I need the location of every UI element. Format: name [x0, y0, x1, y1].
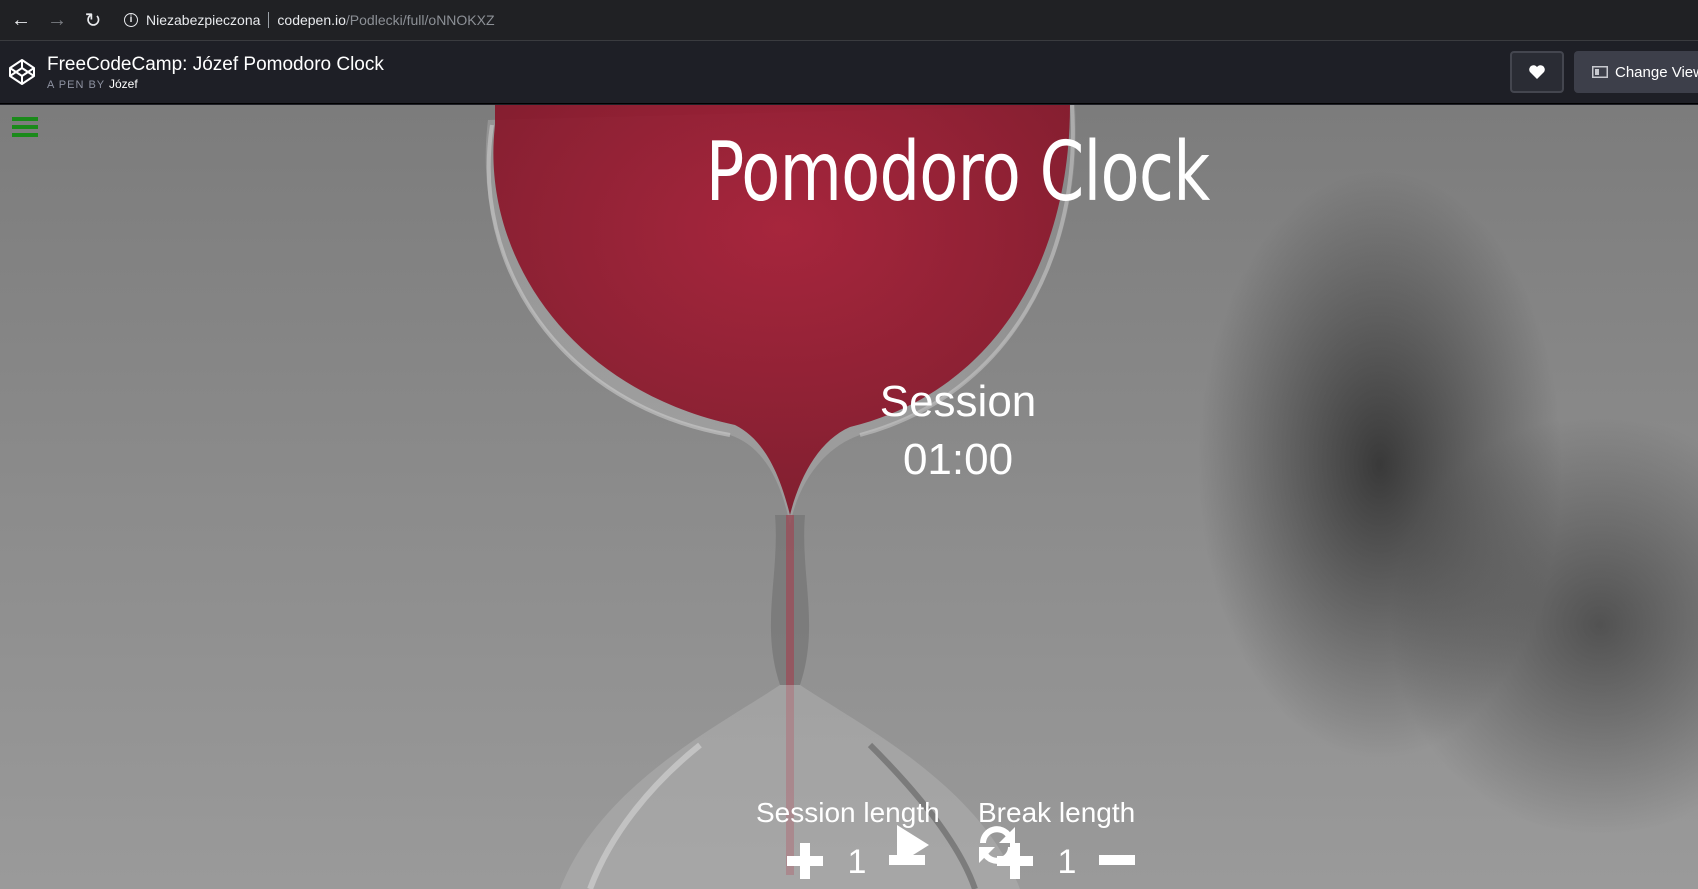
timer-display: 01:00 — [902, 435, 1014, 484]
info-icon[interactable]: i — [124, 13, 138, 27]
codepen-header: FreeCodeCamp: Józef Pomodoro Clock A PEN… — [0, 41, 1698, 104]
change-view-label: Change View — [1615, 63, 1698, 81]
session-decrement-minus-icon[interactable] — [889, 855, 925, 867]
pomodoro-app: Pomodoro Clock Session 01:00 Session len… — [0, 105, 1698, 889]
back-arrow-icon[interactable]: ← — [6, 5, 36, 35]
change-view-button[interactable]: Change View — [1574, 51, 1698, 93]
session-length-value: 1 — [847, 843, 867, 881]
pen-byline: A PEN BY Józef — [47, 77, 384, 91]
reload-icon[interactable]: ↻ — [78, 5, 108, 35]
session-increment-plus-icon[interactable] — [787, 843, 823, 879]
layout-icon — [1592, 66, 1608, 78]
break-length-value: 1 — [1057, 843, 1077, 881]
pen-info: FreeCodeCamp: Józef Pomodoro Clock A PEN… — [47, 54, 384, 91]
byline-prefix: A PEN BY — [47, 78, 105, 91]
url-path: /Podlecki/full/oNNOKXZ — [345, 12, 495, 28]
app-title: Pomodoro Clock — [705, 125, 1211, 220]
heart-icon — [1529, 65, 1545, 79]
session-length-label: Session length — [756, 797, 940, 828]
hamburger-menu-icon[interactable] — [12, 116, 38, 138]
break-decrement-minus-icon[interactable] — [1099, 855, 1135, 867]
url-host: codepen.io — [277, 12, 346, 28]
hourglass-background-image — [485, 105, 1076, 889]
break-increment-plus-icon[interactable] — [997, 843, 1033, 879]
pen-title: FreeCodeCamp: Józef Pomodoro Clock — [47, 53, 384, 75]
address-bar[interactable]: i Niezabezpieczona codepen.io/Podlecki/f… — [118, 4, 1692, 36]
break-length-label: Break length — [978, 797, 1136, 828]
heart-button[interactable] — [1510, 51, 1564, 93]
timer-mode-label: Session — [879, 377, 1037, 426]
author-link[interactable]: Józef — [109, 77, 138, 91]
url-text[interactable]: codepen.io/Podlecki/full/oNNOKXZ — [277, 12, 494, 28]
forward-arrow-icon[interactable]: → — [42, 5, 72, 35]
browser-toolbar: ← → ↻ i Niezabezpieczona codepen.io/Podl… — [0, 0, 1698, 41]
security-label: Niezabezpieczona — [146, 12, 261, 28]
codepen-logo-icon[interactable] — [6, 56, 38, 88]
address-separator — [268, 12, 270, 28]
